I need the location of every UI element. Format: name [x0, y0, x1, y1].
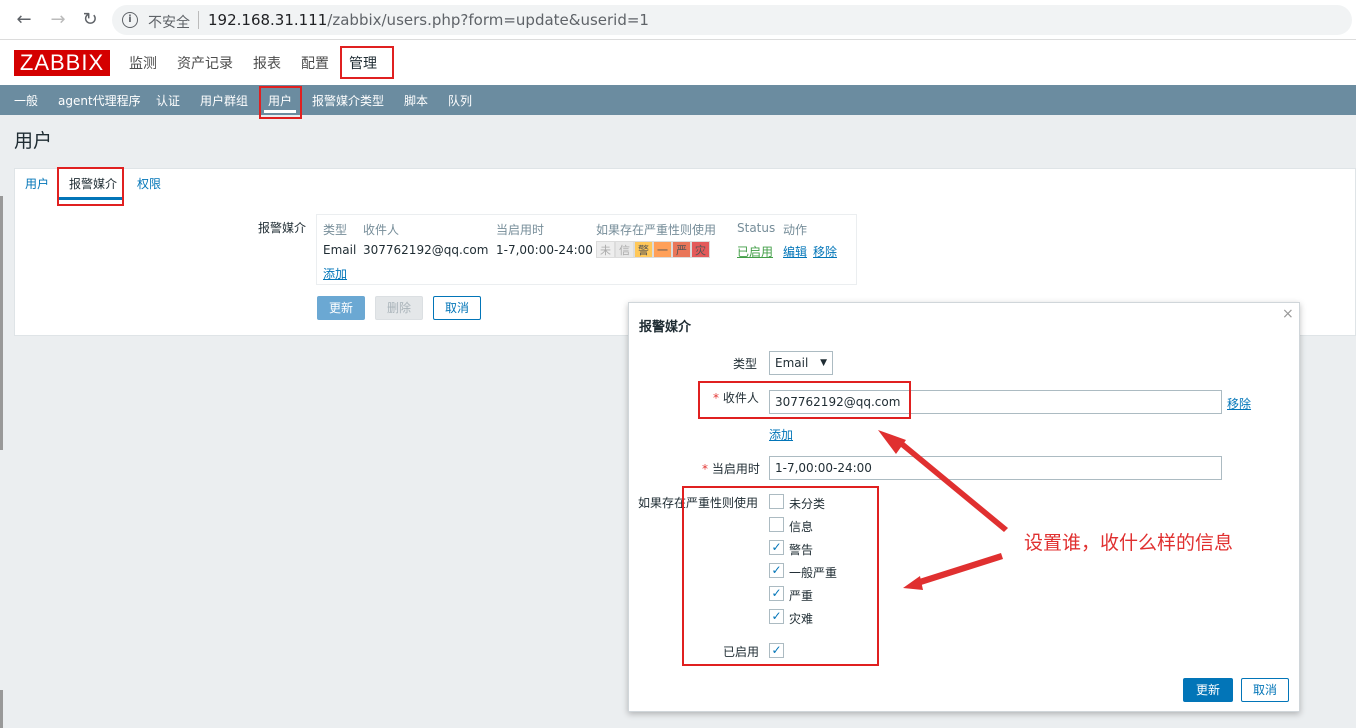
media-field-label: 报警媒介	[258, 221, 307, 235]
severity-badge: 灾	[691, 241, 710, 258]
dialog-update-button[interactable]: 更新	[1183, 678, 1233, 702]
severity-badge: 警	[634, 241, 653, 258]
type-select-value: Email	[775, 356, 809, 370]
media-status-link[interactable]: 已启用	[737, 243, 773, 260]
cancel-button[interactable]: 取消	[433, 296, 481, 320]
address-separator	[198, 11, 199, 29]
forward-icon[interactable]: →	[48, 10, 68, 30]
col-when-active: 当启用时	[496, 223, 545, 237]
page-title: 用户	[14, 130, 53, 152]
subnav-proxies[interactable]: agent代理程序	[58, 92, 141, 109]
menu-monitoring[interactable]: 监测	[129, 53, 157, 73]
close-icon[interactable]: ×	[1282, 306, 1294, 322]
subnav-queue[interactable]: 队列	[448, 92, 472, 109]
subnav-media-types[interactable]: 报警媒介类型	[312, 92, 384, 109]
insecure-label: 不安全	[148, 15, 190, 31]
severity-badge: 一	[653, 241, 672, 258]
back-icon[interactable]: ←	[14, 10, 34, 30]
menu-reports[interactable]: 报表	[253, 53, 281, 73]
delete-button[interactable]: 删除	[375, 296, 423, 320]
dialog-cancel-button[interactable]: 取消	[1241, 678, 1289, 702]
media-type-cell: Email	[323, 243, 357, 257]
address-bar[interactable]: i 不安全 192.168.31.111/zabbix/users.php?fo…	[112, 5, 1352, 35]
media-when-active-cell: 1-7,00:00-24:00	[496, 243, 593, 257]
media-edit-link[interactable]: 编辑	[783, 243, 807, 260]
update-button[interactable]: 更新	[317, 296, 365, 320]
chevron-down-icon: ▼	[820, 358, 827, 368]
menu-configuration[interactable]: 配置	[301, 53, 329, 73]
reload-icon[interactable]: ↻	[80, 10, 100, 30]
highlight-send-to	[698, 381, 911, 419]
url-text[interactable]: 192.168.31.111/zabbix/users.php?form=upd…	[208, 11, 649, 29]
when-active-label: * 当启用时	[702, 460, 760, 477]
severity-badge: 信	[615, 241, 634, 258]
col-type: 类型	[323, 223, 348, 237]
type-select[interactable]: Email ▼	[769, 351, 833, 375]
send-to-remove-link[interactable]: 移除	[1227, 395, 1251, 412]
col-action: 动作	[783, 223, 808, 237]
media-add-link[interactable]: 添加	[323, 265, 347, 282]
info-icon[interactable]: i	[122, 12, 138, 28]
media-send-to-cell: 307762192@qq.com	[363, 243, 489, 257]
tab-permissions[interactable]: 权限	[137, 175, 161, 192]
tab-user[interactable]: 用户	[25, 175, 49, 192]
subnav-authentication[interactable]: 认证	[156, 92, 180, 109]
severity-badge: 未	[596, 241, 615, 258]
subnav-general[interactable]: 一般	[14, 92, 38, 109]
url-path: /zabbix/users.php?form=update&userid=1	[327, 11, 649, 29]
highlight-severity	[682, 486, 879, 666]
when-active-input[interactable]: 1-7,00:00-24:00	[769, 456, 1222, 480]
col-status: Status	[737, 221, 776, 235]
when-active-label-text: 当启用时	[711, 462, 760, 476]
col-send-to: 收件人	[363, 223, 400, 237]
dialog-title: 报警媒介	[639, 320, 692, 335]
required-marker: *	[702, 462, 712, 476]
send-to-add-link[interactable]: 添加	[769, 426, 793, 443]
window-edge	[0, 196, 3, 450]
media-remove-link[interactable]: 移除	[813, 243, 837, 260]
highlight-users	[259, 86, 302, 119]
subnav-user-groups[interactable]: 用户群组	[200, 92, 248, 109]
highlight-administration	[340, 46, 394, 79]
browser-toolbar: ← → ↻ i 不安全 192.168.31.111/zabbix/users.…	[0, 0, 1356, 40]
window-edge-lower	[0, 690, 3, 728]
severity-badge: 严	[672, 241, 691, 258]
url-host: 192.168.31.111	[208, 11, 328, 29]
col-severity: 如果存在严重性则使用	[596, 223, 717, 237]
highlight-media-tab	[57, 167, 124, 206]
subnav-scripts[interactable]: 脚本	[404, 92, 428, 109]
type-label: 类型	[733, 357, 758, 371]
zabbix-logo[interactable]: ZABBIX	[14, 50, 110, 76]
menu-inventory[interactable]: 资产记录	[177, 53, 233, 73]
annotation-text: 设置谁，收什么样的信息	[1024, 532, 1234, 554]
